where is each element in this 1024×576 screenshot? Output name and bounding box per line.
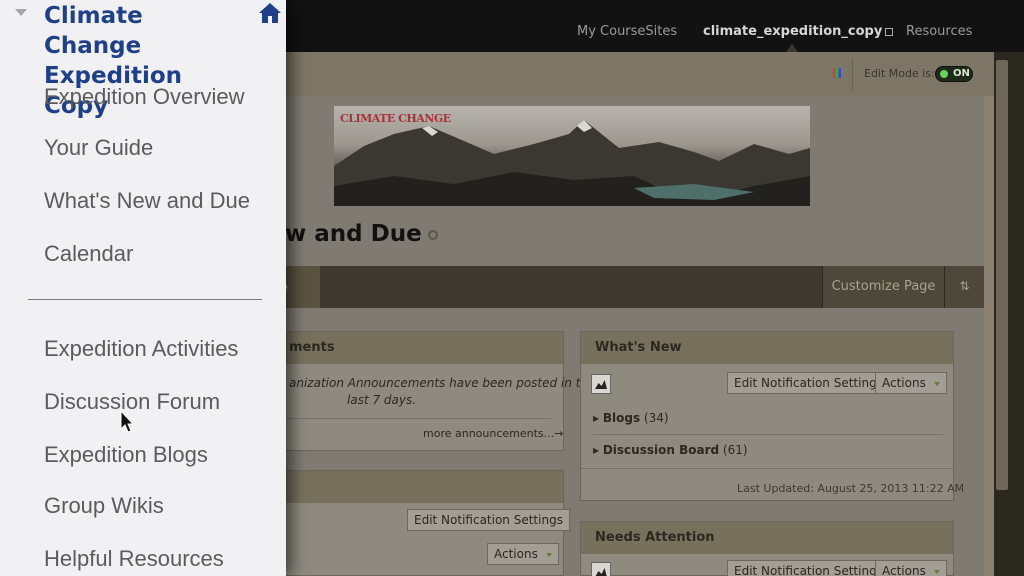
dropdown-icon xyxy=(933,381,940,386)
announcements-text-line2: last 7 days. xyxy=(347,393,417,407)
whats-new-module: What's New Edit Notification Settings Ac… xyxy=(580,331,964,501)
menu-item-your-guide[interactable]: Your Guide xyxy=(44,135,153,161)
edit-notification-settings-button[interactable]: Edit Notification Settings xyxy=(407,509,570,531)
active-nav-caret xyxy=(786,44,798,52)
needs-attention-module: Needs Attention Edit Notification Settin… xyxy=(580,521,954,576)
home-icon[interactable] xyxy=(258,2,282,24)
dropdown-icon xyxy=(545,552,552,557)
nav-resources[interactable]: Resources xyxy=(906,24,972,39)
dropdown-icon xyxy=(933,569,940,574)
whats-new-module-title: What's New xyxy=(581,332,953,364)
tab-partial[interactable]: e xyxy=(280,266,320,308)
actions-button-label: Actions xyxy=(882,376,926,390)
banner-title: CLIMATE CHANGE xyxy=(340,112,451,125)
second-module: Edit Notification Settings Actions xyxy=(280,470,570,576)
actions-button[interactable]: Actions xyxy=(875,560,947,576)
list-item-count: (34) xyxy=(643,411,669,425)
actions-button[interactable]: Actions xyxy=(875,372,947,394)
course-banner-image: CLIMATE CHANGE xyxy=(334,106,810,206)
module-divider xyxy=(593,434,943,435)
menu-divider xyxy=(28,299,262,300)
list-item-count: (61) xyxy=(722,443,748,457)
customize-page-button[interactable]: Customize Page xyxy=(822,266,944,308)
module-divider xyxy=(581,468,953,469)
toolbar-divider xyxy=(852,58,853,90)
menu-item-group-wikis[interactable]: Group Wikis xyxy=(44,493,164,519)
announcements-text-line1: anization Announcements have been posted… xyxy=(289,376,596,390)
scrollbar-thumb[interactable] xyxy=(996,60,1008,490)
actions-button[interactable]: Actions xyxy=(487,543,559,565)
menu-item-expedition-overview[interactable]: Expedition Overview xyxy=(44,84,245,110)
actions-button-label: Actions xyxy=(494,547,538,561)
mouse-cursor-icon xyxy=(120,410,134,433)
announcements-module: ments anization Announcements have been … xyxy=(280,331,595,451)
color-flag-icon[interactable] xyxy=(833,68,841,78)
edit-mode-label: Edit Mode is: xyxy=(864,67,935,80)
page-title: w and Due xyxy=(285,221,438,247)
menu-item-expedition-blogs[interactable]: Expedition Blogs xyxy=(44,442,208,468)
needs-attention-module-title: Needs Attention xyxy=(581,522,953,554)
module-image-icon xyxy=(591,562,611,576)
nav-course-id-label: climate_expedition_copy xyxy=(703,24,883,39)
page-title-text: w and Due xyxy=(285,221,422,247)
module-image-icon xyxy=(591,374,611,394)
edit-notification-settings-button[interactable]: Edit Notification Settings xyxy=(727,560,890,576)
menu-item-expedition-activities[interactable]: Expedition Activities xyxy=(44,336,238,362)
nav-course-id[interactable]: climate_expedition_copy xyxy=(703,24,894,39)
edit-mode-state: ON xyxy=(953,68,970,79)
list-item-label: Blogs xyxy=(602,411,641,425)
popup-menu-icon xyxy=(885,27,894,36)
edit-notification-settings-button[interactable]: Edit Notification Settings xyxy=(727,372,890,394)
collapse-menu-icon[interactable] xyxy=(15,9,27,16)
list-item-blogs[interactable]: ▸ Blogs (34) xyxy=(593,411,669,425)
announcements-module-title: ments xyxy=(281,332,563,364)
module-divider xyxy=(281,418,551,419)
list-item-label: Discussion Board xyxy=(602,443,720,457)
list-item-discussion-board[interactable]: ▸ Discussion Board (61) xyxy=(593,443,748,457)
reorder-icon[interactable]: ⇅ xyxy=(944,266,984,308)
menu-item-whats-new-and-due[interactable]: What's New and Due xyxy=(44,188,250,214)
course-menu-panel: Climate Change Expedition Copy Expeditio… xyxy=(0,0,286,576)
toggle-indicator-icon xyxy=(940,70,948,78)
second-module-header xyxy=(281,471,563,503)
last-updated-text: Last Updated: August 25, 2013 11:22 AM xyxy=(737,482,965,495)
actions-button-label: Actions xyxy=(882,564,926,576)
more-announcements-link[interactable]: more announcements...→ xyxy=(423,427,563,440)
menu-item-calendar[interactable]: Calendar xyxy=(44,241,133,267)
page-options-icon[interactable] xyxy=(427,229,438,240)
nav-my-coursesites[interactable]: My CourseSites xyxy=(577,24,677,39)
menu-item-helpful-resources[interactable]: Helpful Resources xyxy=(44,546,224,572)
edit-mode-toggle[interactable]: ON xyxy=(935,66,973,82)
